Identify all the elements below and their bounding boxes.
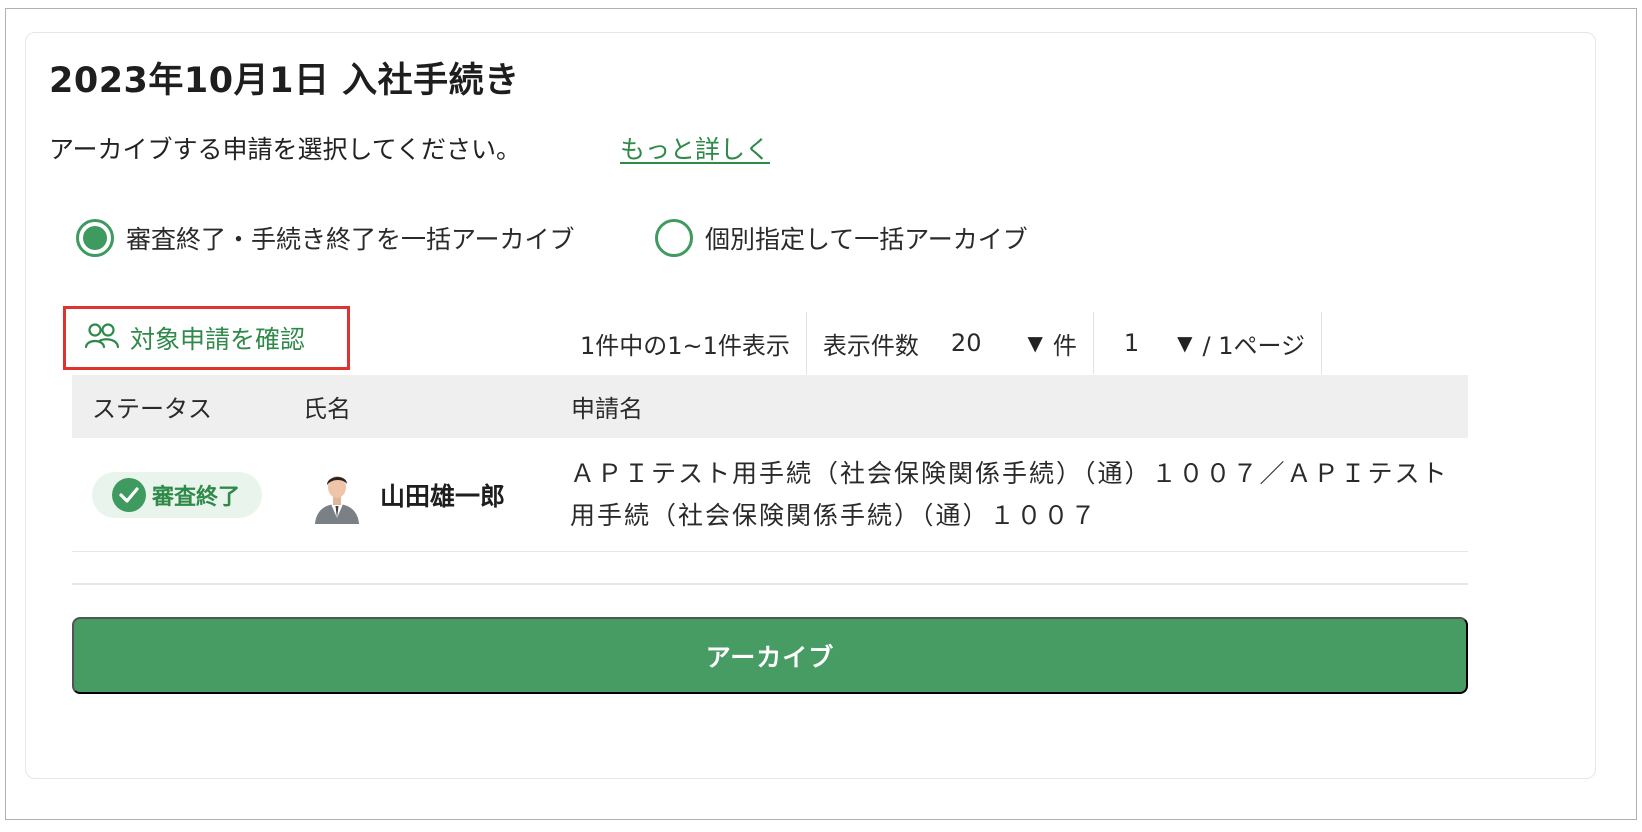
- page-value[interactable]: 1: [1124, 329, 1139, 357]
- page-select[interactable]: 1 ▼ / 1ページ: [1094, 326, 1321, 361]
- radio-label-bulk-completed: 審査終了・手続き終了を一括アーカイブ: [126, 225, 575, 254]
- radio-bulk-archive-completed[interactable]: 審査終了・手続き終了を一括アーカイブ: [76, 218, 575, 258]
- table-header: ステータス 氏名 申請名: [72, 375, 1468, 438]
- applications-table: ステータス 氏名 申請名 審査終了 山田雄一郎 ＡＰＩテスト用手続（社会保険関係…: [72, 375, 1468, 552]
- confirm-target-applications-button[interactable]: 対象申請を確認: [63, 306, 350, 370]
- radio-unchecked-icon[interactable]: [655, 219, 693, 257]
- status-badge-label: 審査終了: [152, 484, 241, 510]
- radio-individual-archive[interactable]: 個別指定して一括アーカイブ: [655, 218, 1028, 258]
- check-icon: [112, 477, 146, 512]
- avatar: [312, 465, 362, 524]
- page-title: 2023年10月1日 入社手続き: [49, 61, 520, 101]
- status-badge: 審査終了: [92, 471, 262, 518]
- per-page-unit: 件: [1052, 331, 1077, 360]
- radio-label-individual: 個別指定して一括アーカイブ: [705, 225, 1028, 254]
- description-text: アーカイブする申請を選択してください。: [49, 135, 522, 164]
- table-row[interactable]: 審査終了 山田雄一郎 ＡＰＩテスト用手続（社会保険関係手続）（通）１００７／ＡＰ…: [72, 438, 1468, 552]
- pagination-bar: 1件中の1~1件表示 表示件数 20 ▼ 件 1 ▼ / 1ページ: [580, 312, 1323, 374]
- radio-checked-icon[interactable]: [76, 219, 114, 257]
- divider: [72, 583, 1468, 585]
- column-status: ステータス: [92, 395, 212, 423]
- column-name: 氏名: [303, 395, 351, 423]
- per-page-value[interactable]: 20: [951, 329, 982, 357]
- confirm-label: 対象申請を確認: [130, 325, 306, 354]
- per-page-label: 表示件数: [822, 331, 919, 360]
- person-name: 山田雄一郎: [380, 481, 506, 511]
- application-name[interactable]: ＡＰＩテスト用手続（社会保険関係手続）（通）１００７／ＡＰＩテスト用手続（社会保…: [570, 453, 1450, 537]
- chevron-down-icon[interactable]: ▼: [1177, 331, 1192, 355]
- archive-button[interactable]: アーカイブ: [72, 617, 1468, 694]
- column-application: 申請名: [571, 395, 643, 423]
- result-count-text: 1件中の1~1件表示: [580, 331, 790, 360]
- more-details-link[interactable]: もっと詳しく: [620, 130, 770, 166]
- page-total: / 1ページ: [1202, 331, 1306, 360]
- chevron-down-icon[interactable]: ▼: [1027, 331, 1042, 355]
- per-page-select[interactable]: 表示件数 20 ▼ 件: [807, 326, 1093, 361]
- users-icon: [84, 322, 120, 354]
